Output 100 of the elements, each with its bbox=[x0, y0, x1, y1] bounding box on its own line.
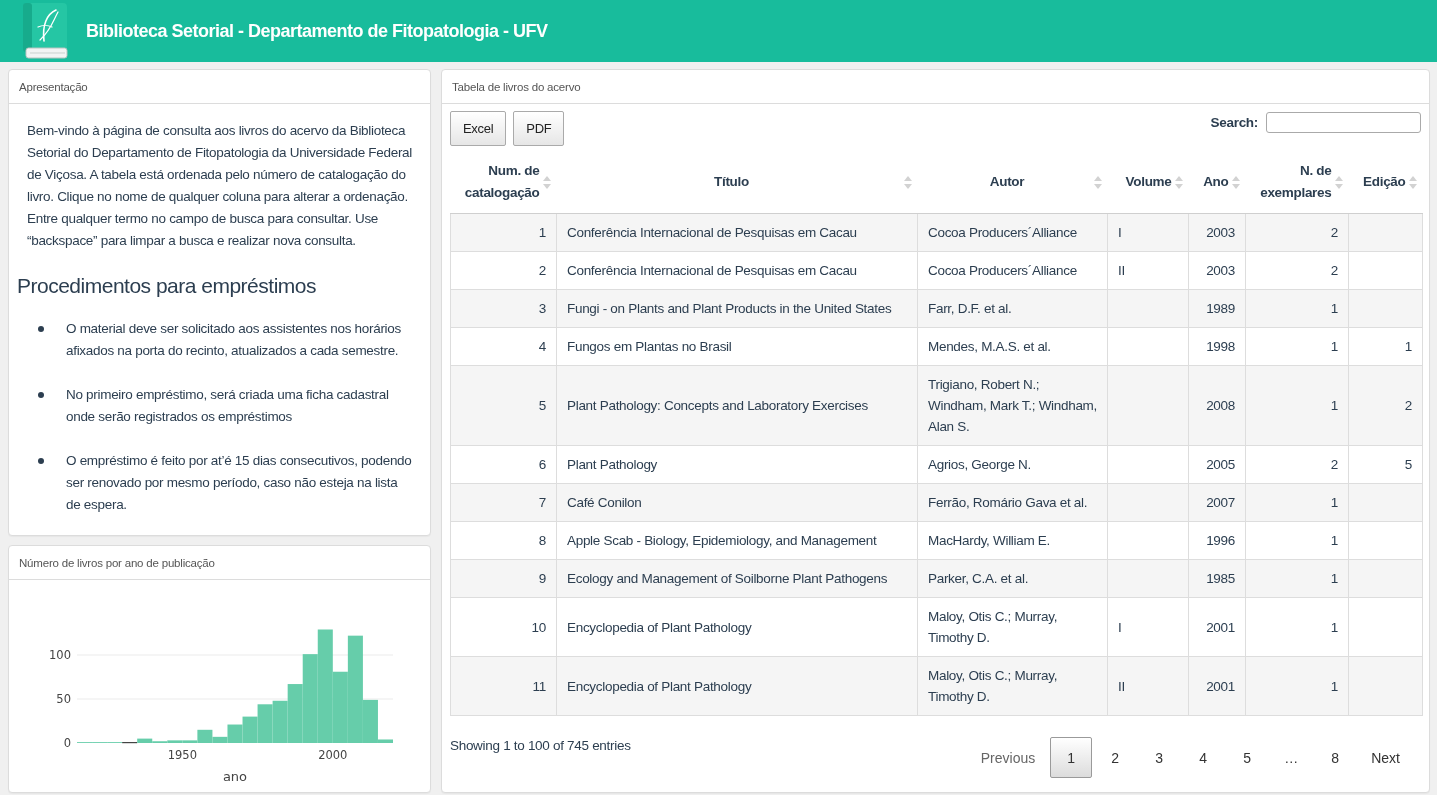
table-cell: 2 bbox=[450, 251, 557, 290]
table-cell: Maloy, Otis C.; Murray, Timothy D. bbox=[917, 597, 1108, 657]
column-header[interactable]: N. de exemplares bbox=[1245, 151, 1349, 214]
entries-info: Showing 1 to 100 of 745 entries bbox=[450, 738, 631, 753]
table-cell: 1 bbox=[1245, 597, 1349, 657]
table-cell: Encyclopedia of Plant Pathology bbox=[556, 656, 918, 716]
table-cell: Café Conilon bbox=[556, 483, 918, 522]
table-cell: Plant Pathology bbox=[556, 445, 918, 484]
next-button[interactable]: Next bbox=[1358, 737, 1413, 778]
table-cell: 1 bbox=[450, 213, 557, 252]
table-cell: 5 bbox=[1348, 445, 1423, 484]
column-header[interactable]: Título bbox=[556, 151, 918, 214]
list-item-text: O empréstimo é feito por at’é 15 dias consecutivos, podendo ser renovado por mesmo período, caso não esteja na lista de espera. bbox=[66, 452, 412, 514]
book-logo-icon bbox=[22, 3, 68, 59]
table-cell: 1985 bbox=[1188, 559, 1246, 598]
column-header[interactable]: Edição bbox=[1348, 151, 1423, 214]
table-cell: 2 bbox=[1245, 445, 1349, 484]
search-label: Search: bbox=[1210, 115, 1258, 130]
sort-icon bbox=[1334, 175, 1343, 189]
table-cell: II bbox=[1107, 656, 1189, 716]
column-header[interactable]: Volume bbox=[1107, 151, 1189, 214]
table-cell: Farr, D.F. et al. bbox=[917, 289, 1108, 328]
table-cell: 1 bbox=[1348, 327, 1423, 366]
table-cell: I bbox=[1107, 213, 1189, 252]
axis-tick-label: 1950 bbox=[167, 748, 197, 762]
bullet-icon bbox=[38, 458, 44, 464]
column-header[interactable]: Num. de catalogação bbox=[450, 151, 557, 214]
table-cell: 2003 bbox=[1188, 251, 1246, 290]
table-cell: 11 bbox=[450, 656, 557, 716]
page-button[interactable]: 1 bbox=[1050, 737, 1093, 778]
panel-title: Tabela de livros do acervo bbox=[452, 80, 581, 93]
table-cell: 9 bbox=[450, 559, 557, 598]
table-cell: 5 bbox=[450, 365, 557, 446]
axis-tick-label: 2000 bbox=[318, 748, 348, 762]
table-cell: 8 bbox=[450, 521, 557, 560]
sort-icon bbox=[1174, 175, 1183, 189]
column-header[interactable]: Autor bbox=[917, 151, 1108, 214]
app-title: Biblioteca Setorial - Departamento de Fitopatologia - UFV bbox=[86, 20, 548, 42]
table-cell: 2001 bbox=[1188, 656, 1246, 716]
export-button[interactable]: Excel bbox=[450, 111, 507, 146]
panel-title: Número de livros por ano de publicação bbox=[19, 556, 215, 569]
list-item-text: No primeiro empréstimo, será criada uma ficha cadastral onde serão registrados os empréstimos bbox=[66, 386, 390, 426]
intro-paragraph: Bem-vindo à página de consulta aos livros do acervo da Biblioteca Setorial do Departamento de Fitopatologia da Universidade Federal de Viçosa. A tabela está ordenada pelo número de catalogação do livro. Clique no nome de qualquer coluna para alterar a ordenação. Entre qualquer termo no campo de busca para consultar. Use “backspace” para limpar a busca e realizar nova consulta. bbox=[27, 122, 413, 250]
column-header[interactable]: Ano bbox=[1188, 151, 1246, 214]
table-cell: 2 bbox=[1245, 251, 1349, 290]
table-cell: 2007 bbox=[1188, 483, 1246, 522]
table-cell: Fungos em Plantas no Brasil bbox=[556, 327, 918, 366]
page-button[interactable]: 8 bbox=[1314, 737, 1357, 778]
panel-title: Apresentação bbox=[19, 80, 88, 93]
sort-icon bbox=[1231, 175, 1240, 189]
table-cell: 1 bbox=[1245, 365, 1349, 446]
table-cell: Trigiano, Robert N.; Windham, Mark T.; Windham, Alan S. bbox=[917, 365, 1108, 446]
page-button[interactable]: 5 bbox=[1226, 737, 1269, 778]
page-button[interactable]: 4 bbox=[1182, 737, 1225, 778]
bullet-icon bbox=[38, 392, 44, 398]
search-field[interactable] bbox=[1266, 112, 1421, 133]
table-cell: 2 bbox=[1245, 213, 1349, 252]
sort-icon bbox=[542, 175, 551, 189]
table-cell: Ferrão, Romário Gava et al. bbox=[917, 483, 1108, 522]
table-cell: 1 bbox=[1245, 559, 1349, 598]
export-button[interactable]: PDF bbox=[513, 111, 565, 146]
table-cell: 1998 bbox=[1188, 327, 1246, 366]
table-cell: 2003 bbox=[1188, 213, 1246, 252]
page-button[interactable]: 2 bbox=[1094, 737, 1137, 778]
table-cell: Parker, C.A. et al. bbox=[917, 559, 1108, 598]
section-heading: Procedimentos para empréstimos bbox=[17, 273, 317, 299]
table-cell: 2001 bbox=[1188, 597, 1246, 657]
table-cell: Plant Pathology: Concepts and Laboratory Exercises bbox=[556, 365, 918, 446]
bullet-icon bbox=[38, 326, 44, 332]
table-cell: 1989 bbox=[1188, 289, 1246, 328]
page-button[interactable]: 3 bbox=[1138, 737, 1181, 778]
table-cell: 2005 bbox=[1188, 445, 1246, 484]
axis-tick-label: 0 bbox=[63, 736, 71, 750]
pagination-ellipsis: … bbox=[1283, 748, 1300, 768]
table-cell: 6 bbox=[450, 445, 557, 484]
table-cell: 10 bbox=[450, 597, 557, 657]
table-cell: MacHardy, William E. bbox=[917, 521, 1108, 560]
table-cell: Ecology and Management of Soilborne Plant Pathogens bbox=[556, 559, 918, 598]
table-cell: Apple Scab - Biology, Epidemiology, and Management bbox=[556, 521, 918, 560]
table-cell: Maloy, Otis C.; Murray, Timothy D. bbox=[917, 656, 1108, 716]
axis-tick-label: 50 bbox=[56, 692, 71, 706]
table-cell: 1 bbox=[1245, 483, 1349, 522]
table-cell: 4 bbox=[450, 327, 557, 366]
table-cell: I bbox=[1107, 597, 1189, 657]
table-cell: 1 bbox=[1245, 656, 1349, 716]
table-cell: 1 bbox=[1245, 327, 1349, 366]
table-cell: Cocoa Producers´Alliance bbox=[917, 213, 1108, 252]
axis-title: ano bbox=[222, 769, 248, 784]
table-cell: Agrios, George N. bbox=[917, 445, 1108, 484]
table-cell: II bbox=[1107, 251, 1189, 290]
list-item-text: O material deve ser solicitado aos assistentes nos horários afixados na porta do recinto, atualizados a cada semestre. bbox=[66, 320, 402, 360]
sort-icon bbox=[903, 175, 912, 189]
table-cell: 1 bbox=[1245, 521, 1349, 560]
table-cell: Mendes, M.A.S. et al. bbox=[917, 327, 1108, 366]
table-cell: 3 bbox=[450, 289, 557, 328]
sort-icon bbox=[1408, 175, 1417, 189]
table-cell: Conferência Internacional de Pesquisas em Cacau bbox=[556, 251, 918, 290]
table-cell: Cocoa Producers´Alliance bbox=[917, 251, 1108, 290]
sort-icon bbox=[1093, 175, 1102, 189]
table-cell: 2008 bbox=[1188, 365, 1246, 446]
